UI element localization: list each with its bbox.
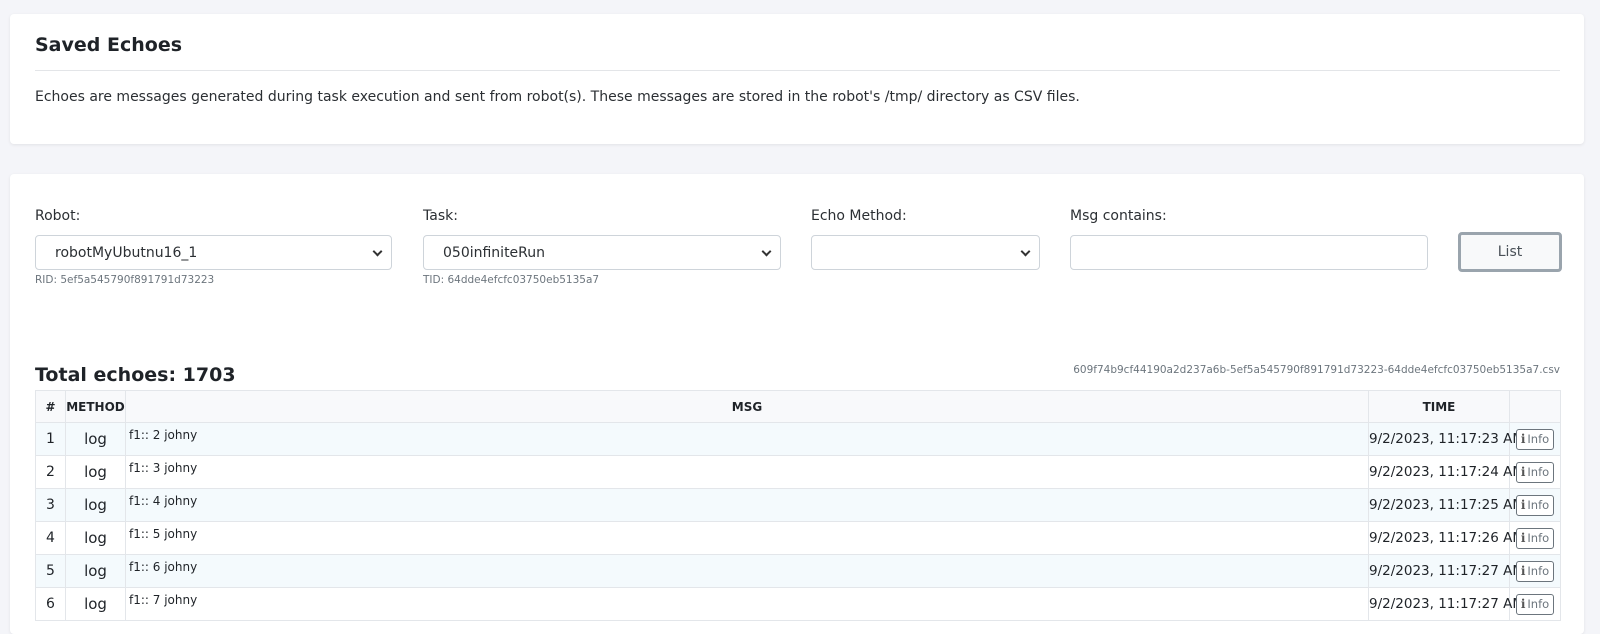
row-method: log bbox=[65, 587, 126, 621]
column-header-actions bbox=[1509, 390, 1561, 423]
task-select[interactable]: 050infiniteRun bbox=[423, 235, 781, 270]
info-icon: i bbox=[1520, 432, 1526, 446]
info-button-label: Info bbox=[1527, 531, 1550, 545]
info-button-label: Info bbox=[1527, 498, 1550, 512]
task-select-value: 050infiniteRun bbox=[443, 244, 546, 261]
row-time: 9/2/2023, 11:17:26 AM bbox=[1368, 521, 1524, 555]
row-number: 4 bbox=[35, 521, 66, 555]
row-method: log bbox=[65, 488, 126, 522]
title-divider bbox=[35, 70, 1560, 71]
row-method: log bbox=[65, 422, 126, 456]
echo-method-select[interactable] bbox=[811, 235, 1040, 270]
csv-filename: 609f74b9cf44190a2d237a6b-5ef5a545790f891… bbox=[1073, 364, 1560, 376]
column-header-msg: MSG bbox=[125, 390, 1369, 423]
intro-description: Echoes are messages generated during tas… bbox=[35, 89, 1080, 105]
row-msg: f1:: 3 johny bbox=[125, 455, 1369, 489]
chevron-down-icon bbox=[761, 246, 772, 257]
column-header-method: METHOD bbox=[65, 390, 126, 423]
table-row: 3 log f1:: 4 johny 9/2/2023, 11:17:25 AM… bbox=[35, 488, 1561, 522]
row-number: 2 bbox=[35, 455, 66, 489]
chevron-down-icon bbox=[1020, 246, 1031, 257]
table-row: 4 log f1:: 5 johny 9/2/2023, 11:17:26 AM… bbox=[35, 521, 1561, 555]
table-row: 6 log f1:: 7 johny 9/2/2023, 11:17:27 AM… bbox=[35, 587, 1561, 621]
info-button[interactable]: i Info bbox=[1515, 527, 1555, 549]
row-time: 9/2/2023, 11:17:27 AM bbox=[1368, 554, 1524, 588]
column-header-num: # bbox=[35, 390, 66, 423]
row-time: 9/2/2023, 11:17:27 AM bbox=[1368, 587, 1524, 621]
info-icon: i bbox=[1520, 597, 1526, 611]
column-header-time: TIME bbox=[1368, 390, 1510, 423]
info-button-label: Info bbox=[1527, 597, 1550, 611]
robot-id-hint: RID: 5ef5a545790f891791d73223 bbox=[35, 274, 215, 286]
row-time: 9/2/2023, 11:17:25 AM bbox=[1368, 488, 1524, 522]
msg-contains-input[interactable] bbox=[1070, 235, 1428, 270]
info-button[interactable]: i Info bbox=[1515, 494, 1555, 516]
info-icon: i bbox=[1520, 498, 1526, 512]
robot-select[interactable]: robotMyUbutnu16_1 bbox=[35, 235, 392, 270]
row-msg: f1:: 5 johny bbox=[125, 521, 1369, 555]
robot-select-value: robotMyUbutnu16_1 bbox=[55, 244, 198, 261]
row-number: 3 bbox=[35, 488, 66, 522]
row-number: 5 bbox=[35, 554, 66, 588]
row-time: 9/2/2023, 11:17:24 AM bbox=[1368, 455, 1524, 489]
row-method: log bbox=[65, 521, 126, 555]
task-id-hint: TID: 64dde4efcfc03750eb5135a7 bbox=[423, 274, 600, 286]
row-msg: f1:: 7 johny bbox=[125, 587, 1369, 621]
list-button[interactable]: List bbox=[1458, 232, 1562, 272]
msg-contains-label: Msg contains: bbox=[1070, 208, 1167, 224]
row-number: 6 bbox=[35, 587, 66, 621]
row-number: 1 bbox=[35, 422, 66, 456]
echo-method-label: Echo Method: bbox=[811, 208, 907, 224]
row-method: log bbox=[65, 554, 126, 588]
echoes-card: Robot: robotMyUbutnu16_1 RID: 5ef5a54579… bbox=[10, 174, 1584, 634]
table-row: 1 log f1:: 2 johny 9/2/2023, 11:17:23 AM… bbox=[35, 422, 1561, 456]
row-msg: f1:: 6 johny bbox=[125, 554, 1369, 588]
table-row: 5 log f1:: 6 johny 9/2/2023, 11:17:27 AM… bbox=[35, 554, 1561, 588]
task-label: Task: bbox=[423, 208, 458, 224]
info-icon: i bbox=[1520, 564, 1526, 578]
info-button[interactable]: i Info bbox=[1515, 461, 1555, 483]
info-button[interactable]: i Info bbox=[1515, 593, 1555, 615]
info-icon: i bbox=[1520, 531, 1526, 545]
info-button[interactable]: i Info bbox=[1515, 428, 1555, 450]
table-header-row: # METHOD MSG TIME bbox=[35, 390, 1561, 423]
total-echoes: Total echoes: 1703 bbox=[35, 364, 236, 386]
row-msg: f1:: 2 johny bbox=[125, 422, 1369, 456]
info-button[interactable]: i Info bbox=[1515, 560, 1555, 582]
table-row: 2 log f1:: 3 johny 9/2/2023, 11:17:24 AM… bbox=[35, 455, 1561, 489]
info-icon: i bbox=[1520, 465, 1526, 479]
info-button-label: Info bbox=[1527, 432, 1550, 446]
row-method: log bbox=[65, 455, 126, 489]
page-title: Saved Echoes bbox=[35, 34, 183, 56]
echoes-table: # METHOD MSG TIME 1 log f1:: 2 johny 9/2… bbox=[35, 390, 1561, 621]
info-button-label: Info bbox=[1527, 564, 1550, 578]
intro-card: Saved Echoes Echoes are messages generat… bbox=[10, 14, 1584, 144]
row-msg: f1:: 4 johny bbox=[125, 488, 1369, 522]
row-time: 9/2/2023, 11:17:23 AM bbox=[1368, 422, 1524, 456]
info-button-label: Info bbox=[1527, 465, 1550, 479]
robot-label: Robot: bbox=[35, 208, 81, 224]
chevron-down-icon bbox=[372, 246, 383, 257]
